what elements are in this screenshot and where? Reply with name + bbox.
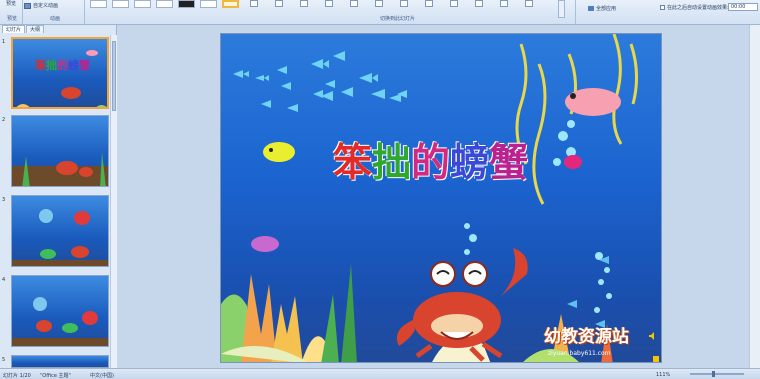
ribbon-divider: [22, 0, 23, 24]
title-char: 蟹: [489, 141, 529, 186]
transition-option-selected[interactable]: [222, 0, 239, 8]
slide-counter: 幻灯片 1/20: [3, 373, 31, 379]
transition-option[interactable]: [90, 0, 107, 8]
transition-icon[interactable]: [425, 0, 433, 7]
slide-title[interactable]: 笨拙的螃蟹: [333, 132, 528, 188]
transition-option[interactable]: [134, 0, 151, 8]
sound-marker-icon[interactable]: [653, 356, 659, 362]
transition-icon[interactable]: [525, 0, 533, 7]
svg-text:蟹: 蟹: [78, 58, 90, 72]
title-char: 拙: [372, 141, 412, 186]
slide-thumbnail[interactable]: [11, 355, 109, 368]
tab-outline[interactable]: 大纲: [26, 25, 45, 33]
purple-fish: [251, 236, 279, 252]
small-fish-right: [567, 256, 609, 328]
slide-thumbnail[interactable]: [11, 275, 109, 347]
panel-tabs: 幻灯片 大纲: [0, 25, 45, 33]
group-label-animation: 动画: [50, 16, 61, 22]
theme-name: "Office 主题": [40, 373, 71, 379]
coral-left: [221, 264, 357, 362]
title-char: 螃: [450, 141, 490, 186]
group-label-transition: 切换到此幻灯片: [380, 16, 416, 22]
ocean-scene: [221, 34, 638, 362]
transition-option[interactable]: [178, 0, 195, 8]
transition-icon[interactable]: [375, 0, 383, 7]
transition-gallery: [90, 0, 239, 10]
svg-text:的: 的: [57, 58, 68, 72]
transition-icon[interactable]: [400, 0, 408, 7]
fish-school: [233, 51, 407, 112]
logo-url: ziyuan.baby611.com: [548, 350, 611, 357]
apply-all-label: 全部应用: [596, 6, 617, 12]
transition-option[interactable]: [200, 0, 217, 8]
title-char: 的: [411, 141, 451, 186]
seaweed: [515, 34, 638, 205]
custom-animation-button[interactable]: 自定义动画: [24, 2, 58, 9]
slide-number: 4: [2, 277, 6, 283]
transition-icon[interactable]: [350, 0, 358, 7]
svg-text:螃: 螃: [68, 58, 79, 72]
slide-editing-area: 笨拙的螃蟹 幼教资源站 ziyuan.baby611.com: [117, 25, 760, 368]
slide-thumbnail[interactable]: 笨 拙 的 螃 蟹: [11, 37, 109, 109]
transition-icon[interactable]: [500, 0, 508, 7]
tab-slides[interactable]: 幻灯片: [2, 25, 26, 33]
yellow-fish: [263, 142, 295, 162]
language-indicator: 中文(中国): [90, 373, 114, 379]
zoom-slider-handle[interactable]: [712, 371, 715, 377]
transition-icon[interactable]: [325, 0, 333, 7]
slides-panel: 幻灯片 大纲 1 笨 拙 的 螃 蟹 2 3 4 5: [0, 25, 117, 368]
scrollbar-thumb[interactable]: [112, 41, 116, 111]
slide-thumbnail[interactable]: [11, 195, 109, 267]
transition-icon[interactable]: [300, 0, 308, 7]
auto-after-option[interactable]: 在此之后自动设置动画效果:: [660, 4, 729, 11]
apply-all-button[interactable]: 全部应用: [588, 5, 616, 12]
custom-animation-label: 自定义动画: [33, 3, 59, 9]
slide-number: 2: [2, 117, 6, 123]
transition-icon[interactable]: [475, 0, 483, 7]
ribbon-divider: [575, 0, 576, 24]
transition-option[interactable]: [112, 0, 129, 8]
ribbon-divider: [84, 0, 85, 24]
group-label-preview: 预览: [7, 16, 18, 22]
apply-all-icon: [588, 6, 594, 11]
preview-button[interactable]: 预览: [6, 0, 16, 7]
slide-thumbnail[interactable]: [11, 115, 109, 187]
transition-icon[interactable]: [250, 0, 258, 7]
animation-icon: [24, 2, 31, 9]
magenta-fish: [564, 155, 582, 169]
transition-icon[interactable]: [275, 0, 283, 7]
zoom-level[interactable]: 111%: [656, 372, 670, 378]
slide-number: 1: [2, 39, 6, 45]
slide-canvas[interactable]: 笨拙的螃蟹 幼教资源站 ziyuan.baby611.com: [220, 33, 662, 363]
auto-after-time-input[interactable]: 00:00: [728, 3, 758, 11]
ribbon: 预览 自定义动画 预览 动画 切换到此幻灯片 全部应用 在此之后自动设置动画效果…: [0, 0, 760, 25]
slide-number: 3: [2, 197, 6, 203]
auto-after-checkbox[interactable]: [660, 5, 665, 10]
status-bar: 幻灯片 1/20 "Office 主题" 中文(中国) 111%: [0, 368, 760, 379]
crab-character: [396, 248, 528, 362]
svg-text:拙: 拙: [46, 58, 57, 72]
zoom-slider[interactable]: [690, 373, 744, 375]
slides-panel-scrollbar[interactable]: [110, 35, 117, 368]
gallery-scroll-button[interactable]: [558, 0, 565, 18]
transition-option[interactable]: [156, 0, 173, 8]
logo-text: 幼教资源站: [544, 327, 629, 347]
speaker-icon[interactable]: [649, 332, 657, 340]
title-char: 笨: [333, 141, 373, 186]
slide-number: 5: [2, 357, 6, 363]
flatfish: [565, 88, 621, 116]
transition-icon[interactable]: [450, 0, 458, 7]
auto-after-label: 在此之后自动设置动画效果:: [667, 5, 729, 11]
transition-icons: [250, 0, 533, 7]
editing-area-scrollbar[interactable]: [749, 25, 760, 368]
